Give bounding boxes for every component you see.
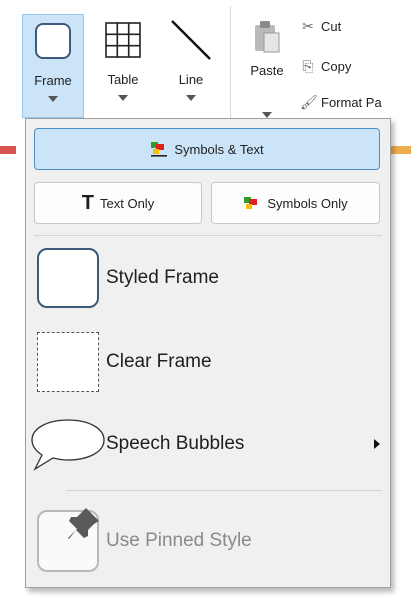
menu-item-clear-frame[interactable]: Clear Frame (26, 329, 390, 395)
submenu-arrow-icon (374, 439, 380, 449)
menu-divider (34, 235, 382, 236)
chevron-down-icon (118, 95, 128, 101)
pin-icon (68, 508, 99, 539)
frame-button-label: Frame (34, 73, 72, 88)
menu-item-speech-bubbles[interactable]: Speech Bubbles (26, 411, 390, 477)
copy-icon: ⎘ (302, 58, 314, 74)
chevron-down-icon (186, 95, 196, 101)
text-only-label: Text Only (100, 195, 155, 211)
symbols-and-text-button[interactable]: Symbols & Text (34, 128, 380, 170)
ribbon-toolbar: Frame Table Line Paste ✂ Cut ⎘ Copy 🖌 Fo… (0, 0, 411, 130)
menu-item-label: Use Pinned Style (106, 530, 252, 551)
symbols-text-icon (151, 142, 168, 157)
ribbon-divider (230, 6, 231, 118)
copy-button[interactable]: ⎘ Copy (300, 58, 351, 75)
rounded-rectangle-icon (29, 15, 77, 67)
frame-button[interactable]: Frame (22, 14, 84, 118)
cut-button[interactable]: ✂ Cut (300, 18, 341, 35)
clipboard-icon (243, 14, 291, 59)
frame-dropdown-menu: Symbols & Text T Text Only Symbols Only … (25, 118, 391, 588)
copy-label: Copy (321, 59, 352, 74)
menu-item-label: Styled Frame (106, 267, 219, 288)
format-painter-button[interactable]: 🖌 Format Pa (300, 94, 382, 111)
speech-bubble-icon (31, 419, 105, 471)
symbols-and-text-label: Symbols & Text (174, 141, 264, 157)
clear-frame-icon (37, 332, 99, 392)
styled-frame-icon (37, 248, 99, 308)
symbols-only-label: Symbols Only (267, 195, 348, 211)
format-painter-label: Format Pa (321, 95, 382, 110)
menu-item-styled-frame[interactable]: Styled Frame (26, 245, 390, 311)
menu-divider (66, 490, 382, 491)
table-grid-icon (99, 14, 147, 66)
table-button-label: Table (107, 72, 139, 87)
scissors-icon: ✂ (302, 18, 314, 34)
paintbrush-icon: 🖌 (300, 94, 318, 110)
menu-item-use-pinned-style[interactable]: Use Pinned Style (26, 505, 390, 577)
symbols-icon (244, 197, 258, 209)
diagonal-line-icon (167, 14, 215, 66)
table-button[interactable]: Table (95, 14, 151, 118)
menu-item-label: Speech Bubbles (106, 433, 245, 454)
line-button-label: Line (178, 72, 204, 87)
paste-button-label: Paste (250, 63, 284, 78)
line-button[interactable]: Line (161, 14, 221, 118)
text-only-button[interactable]: T Text Only (34, 182, 202, 224)
background-accent-red (0, 146, 16, 154)
paste-button[interactable]: Paste (240, 14, 294, 118)
text-t-icon: T (81, 192, 95, 214)
cut-label: Cut (321, 19, 342, 34)
menu-item-label: Clear Frame (106, 351, 212, 372)
chevron-down-icon (48, 96, 58, 102)
symbols-only-button[interactable]: Symbols Only (211, 182, 380, 224)
